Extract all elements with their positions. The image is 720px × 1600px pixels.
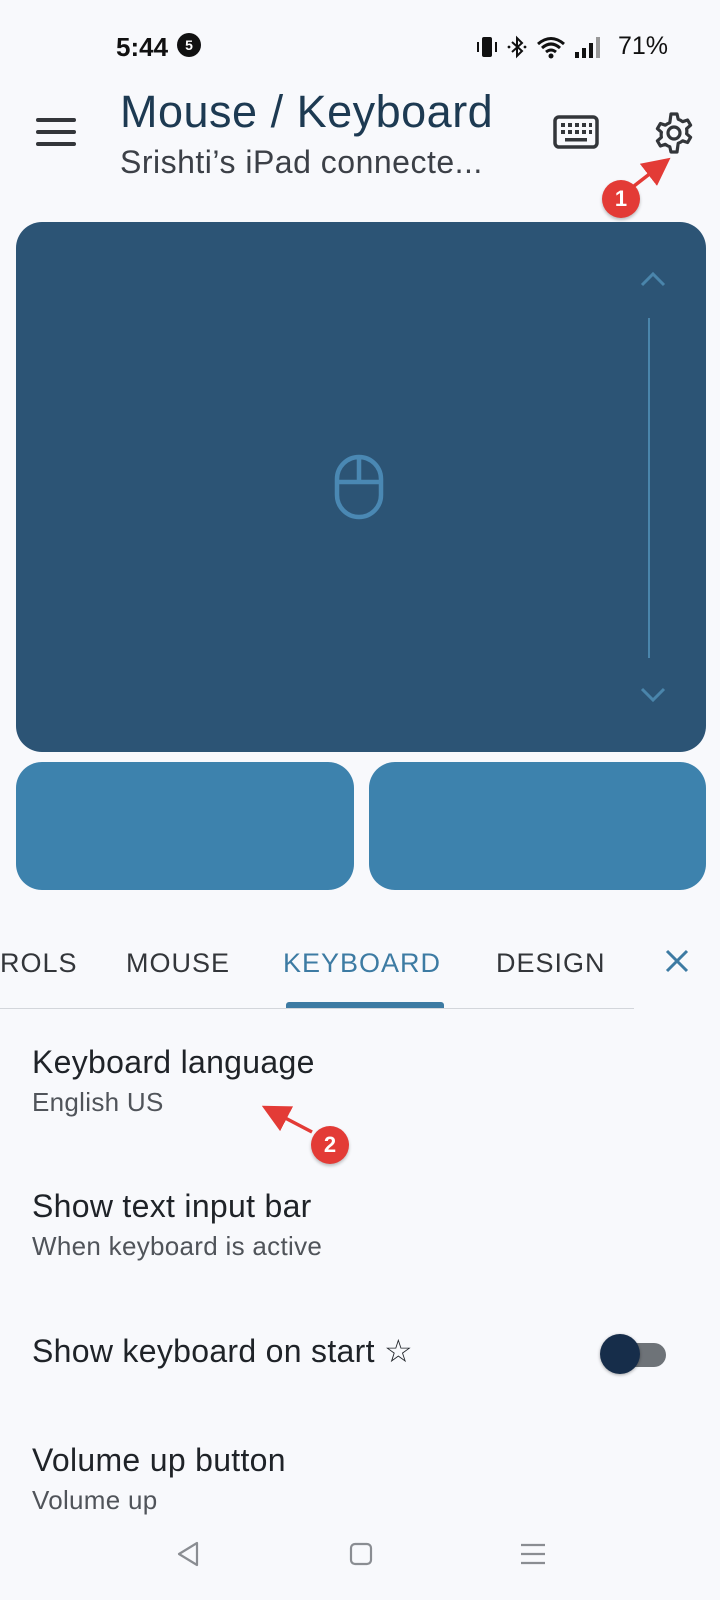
connection-status: Srishti’s iPad connecte... bbox=[120, 144, 483, 180]
home-icon[interactable] bbox=[349, 1542, 373, 1566]
touchpad[interactable] bbox=[16, 222, 706, 752]
recents-icon[interactable] bbox=[519, 1542, 547, 1566]
chevron-down-icon[interactable] bbox=[639, 686, 667, 704]
notification-badge: 5 bbox=[177, 33, 201, 57]
setting-summary: English US bbox=[32, 1087, 164, 1117]
settings-tabs: ROLS MOUSE KEYBOARD DESIGN bbox=[0, 932, 720, 1008]
setting-volume-up-button[interactable]: Volume up button Volume up bbox=[32, 1442, 286, 1516]
tab-mouse[interactable]: MOUSE bbox=[126, 948, 230, 979]
setting-show-keyboard-on-start[interactable]: Show keyboard on start ☆ bbox=[32, 1332, 413, 1370]
setting-title: Show keyboard on start ☆ bbox=[32, 1333, 413, 1369]
mouse-icon bbox=[334, 454, 384, 520]
menu-icon[interactable] bbox=[36, 118, 76, 148]
bluetooth-icon bbox=[507, 35, 527, 59]
status-icons bbox=[476, 32, 612, 62]
back-icon[interactable] bbox=[175, 1540, 201, 1568]
tab-keyboard[interactable]: KEYBOARD bbox=[283, 948, 441, 979]
tab-design[interactable]: DESIGN bbox=[496, 948, 606, 979]
setting-keyboard-language[interactable]: Keyboard language English US bbox=[32, 1044, 315, 1118]
setting-title: Volume up button bbox=[32, 1442, 286, 1478]
setting-summary: When keyboard is active bbox=[32, 1231, 323, 1261]
wifi-icon bbox=[537, 37, 565, 59]
signal-icon bbox=[575, 37, 600, 58]
setting-show-text-input-bar[interactable]: Show text input bar When keyboard is act… bbox=[32, 1188, 322, 1262]
vibrate-icon bbox=[477, 37, 497, 57]
status-time: 5:44 bbox=[116, 32, 169, 62]
annotation-callout-2: 2 bbox=[311, 1126, 349, 1164]
keyboard-icon[interactable] bbox=[553, 114, 599, 150]
battery-level: 71% bbox=[618, 32, 669, 60]
scroll-track[interactable] bbox=[648, 318, 650, 658]
close-icon[interactable] bbox=[664, 948, 690, 974]
status-bar: 5:44 5 71% bbox=[0, 0, 720, 90]
page-title: Mouse / Keyboard bbox=[120, 86, 494, 137]
annotation-callout-1: 1 bbox=[602, 180, 640, 218]
right-click-button[interactable] bbox=[369, 762, 706, 890]
setting-title: Keyboard language bbox=[32, 1044, 315, 1080]
tab-controls[interactable]: ROLS bbox=[0, 948, 78, 979]
show-keyboard-toggle[interactable] bbox=[600, 1334, 666, 1374]
gear-icon[interactable] bbox=[652, 111, 696, 155]
left-click-button[interactable] bbox=[16, 762, 354, 890]
toggle-thumb bbox=[600, 1334, 640, 1374]
setting-title: Show text input bar bbox=[32, 1188, 312, 1224]
setting-summary: Volume up bbox=[32, 1485, 158, 1515]
chevron-up-icon[interactable] bbox=[639, 270, 667, 288]
tabs-divider bbox=[0, 1008, 634, 1009]
